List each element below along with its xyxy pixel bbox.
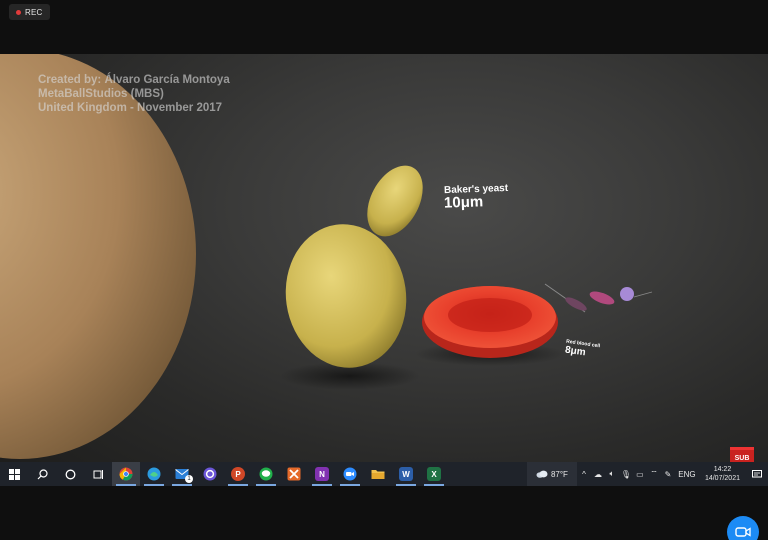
system-tray: 87°F ^ ☁ 🔈︎ 🎙︎ ▭ ⌔ ✎ ENG 14:22 14/07/202… (526, 462, 768, 486)
mail-badge: 1 (185, 475, 193, 483)
speaker-icon[interactable]: 🔈︎ (605, 469, 619, 479)
video-frame (0, 54, 653, 459)
credit-text: Created by: Álvaro García Montoya MetaBa… (38, 73, 230, 115)
battery-icon[interactable]: ▭ (633, 470, 647, 479)
cloud-icon (536, 470, 548, 478)
taskbar-app-cortana[interactable] (196, 462, 224, 486)
cortana-icon (65, 469, 75, 479)
taskbar-app-powerpoint[interactable]: P (224, 462, 252, 486)
recording-indicator: REC (9, 4, 50, 20)
word-icon: W (399, 467, 413, 481)
search-icon (37, 468, 48, 479)
taskbar: 1 P N W X 87°F ^ ☁ 🔈︎ 🎙︎ ▭ ⌔ ✎ ENG 14:22… (0, 462, 768, 486)
taskbar-app-word[interactable]: W (392, 462, 420, 486)
task-view-icon (93, 469, 103, 479)
taskbar-app-mail[interactable]: 1 (168, 462, 196, 486)
video-player[interactable]: Created by: Álvaro García Montoya MetaBa… (0, 54, 768, 486)
search-button[interactable] (28, 462, 56, 486)
line-icon (259, 467, 273, 481)
bacterium (565, 297, 587, 311)
chrome-icon (119, 467, 133, 481)
clock-time: 14:22 (713, 466, 732, 473)
taskbar-app-excel[interactable]: X (420, 462, 448, 486)
language-indicator[interactable]: ENG (675, 470, 699, 479)
yeast-cell (285, 224, 407, 368)
pen-icon[interactable]: ✎ (661, 470, 675, 479)
screen: REC Created by: Álvaro García Montoya Me… (0, 0, 768, 540)
weather-temp: 87°F (550, 469, 568, 479)
subscribe-badge[interactable]: SUB (730, 447, 754, 463)
credit-line: Created by: Álvaro García Montoya (38, 74, 230, 86)
show-hidden-icons-chevron-icon[interactable]: ^ (577, 470, 591, 479)
yeast-size-label: 10μm (443, 193, 484, 212)
record-dot-icon (16, 9, 21, 15)
taskbar-app-zoom[interactable] (336, 462, 364, 486)
taskbar-app-chrome[interactable] (112, 462, 140, 486)
windows-start-icon (8, 468, 20, 480)
taskbar-app-onenote[interactable]: N (308, 462, 336, 486)
action-center-icon (752, 469, 762, 477)
taskbar-app-xmind[interactable] (280, 462, 308, 486)
notification-icon[interactable] (746, 469, 768, 479)
platelet (620, 287, 634, 301)
credit-line: MetaBallStudios (MBS) (38, 88, 164, 100)
video-camera-icon (735, 527, 751, 537)
zoom-icon (343, 467, 357, 481)
recording-label: REC (25, 7, 43, 17)
subscribe-label: SUB (734, 455, 750, 462)
clock[interactable]: 14:22 14/07/2021 (705, 465, 740, 483)
taskbar-app-edge[interactable] (140, 462, 168, 486)
excel-icon: X (427, 467, 441, 481)
onenote-icon: N (315, 467, 329, 481)
xmind-icon (287, 467, 301, 481)
taskbar-app-file-explorer[interactable] (364, 462, 392, 486)
weather-widget[interactable]: 87°F (526, 462, 577, 486)
start-button[interactable] (0, 462, 28, 486)
onedrive-cloud-icon[interactable]: ☁ (591, 470, 605, 479)
bacterium (589, 291, 615, 305)
video-camera-button[interactable] (727, 516, 759, 540)
wifi-icon[interactable]: ⌔ (647, 469, 661, 479)
clock-date: 14/07/2021 (704, 475, 740, 482)
powerpoint-icon: P (231, 467, 245, 481)
microphone-icon[interactable]: 🎙︎ (619, 470, 633, 479)
cortana-app-icon (203, 467, 217, 481)
file-explorer-icon (371, 470, 385, 479)
credit-line: United Kingdom - November 2017 (38, 102, 223, 114)
taskbar-app-line[interactable] (252, 462, 280, 486)
task-view-button[interactable] (84, 462, 112, 486)
edge-icon (147, 467, 161, 481)
cortana-button[interactable] (56, 462, 84, 486)
